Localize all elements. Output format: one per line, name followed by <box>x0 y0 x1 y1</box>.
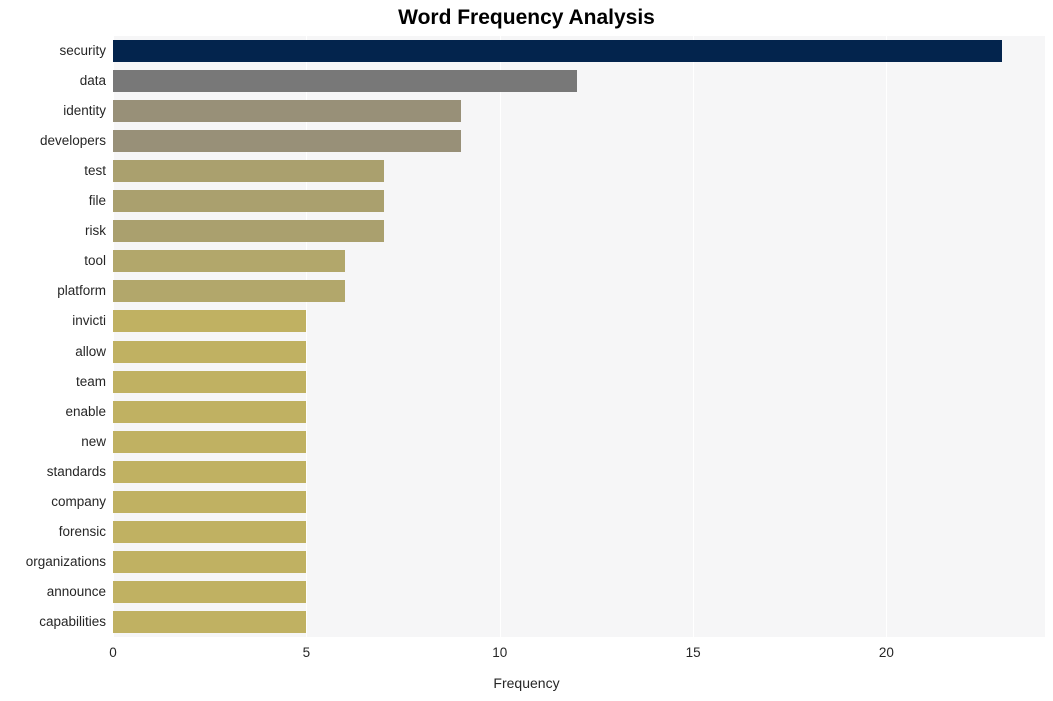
y-tick-label-security: security <box>59 43 106 59</box>
word-frequency-bar-chart: Word Frequency Analysis security data iden… <box>0 0 1053 701</box>
y-tick-label-tool: tool <box>84 253 106 269</box>
y-tick-label-announce: announce <box>46 583 106 599</box>
bar-data <box>113 70 578 93</box>
y-tick-label-team: team <box>75 373 106 389</box>
bar-allow <box>113 340 307 363</box>
bar-company <box>113 490 307 513</box>
bar-platform <box>113 280 346 303</box>
x-tick-label-5: 5 <box>302 645 311 660</box>
y-tick-label-file: file <box>88 193 106 209</box>
bar-invicti <box>113 310 307 333</box>
bar-capabilities <box>113 610 307 633</box>
y-tick-label-organizations: organizations <box>25 553 106 569</box>
bar-forensic <box>113 520 307 543</box>
bar-team <box>113 370 307 393</box>
y-tick-label-risk: risk <box>85 223 106 239</box>
bar-new <box>113 430 307 453</box>
chart-title: Word Frequency Analysis <box>398 6 655 29</box>
bar-standards <box>113 460 307 483</box>
x-axis-title: Frequency <box>493 675 560 691</box>
x-tick-label-20: 20 <box>878 645 894 660</box>
bar-risk <box>113 220 384 243</box>
y-tick-label-standards: standards <box>46 463 106 479</box>
y-tick-label-allow: allow <box>75 343 106 359</box>
y-tick-label-platform: platform <box>57 283 106 299</box>
x-tick-label-15: 15 <box>685 645 701 660</box>
y-tick-label-data: data <box>79 73 106 89</box>
y-tick-label-company: company <box>51 493 106 509</box>
y-tick-label-invicti: invicti <box>72 313 106 329</box>
bar-tool <box>113 250 346 273</box>
bar-announce <box>113 580 307 603</box>
bar-developers <box>113 130 462 153</box>
bar-security <box>113 40 1003 63</box>
y-tick-label-capabilities: capabilities <box>39 613 106 629</box>
y-tick-label-forensic: forensic <box>58 523 106 539</box>
x-tick-label-0: 0 <box>109 645 117 660</box>
y-tick-label-developers: developers <box>39 133 106 149</box>
bar-file <box>113 190 384 213</box>
y-tick-label-test: test <box>84 163 106 179</box>
bar-test <box>113 160 384 183</box>
y-tick-label-identity: identity <box>63 103 106 119</box>
bars-layer <box>113 36 1045 637</box>
bar-enable <box>113 400 307 423</box>
bar-identity <box>113 100 462 123</box>
y-tick-label-new: new <box>81 433 106 449</box>
x-tick-label-10: 10 <box>492 645 508 660</box>
y-tick-label-enable: enable <box>65 403 106 419</box>
bar-organizations <box>113 550 307 573</box>
x-axis-tick-labels: 0 5 10 15 20 <box>109 637 1045 667</box>
y-axis-category-labels: security data identity developers test file ri… <box>0 36 106 637</box>
